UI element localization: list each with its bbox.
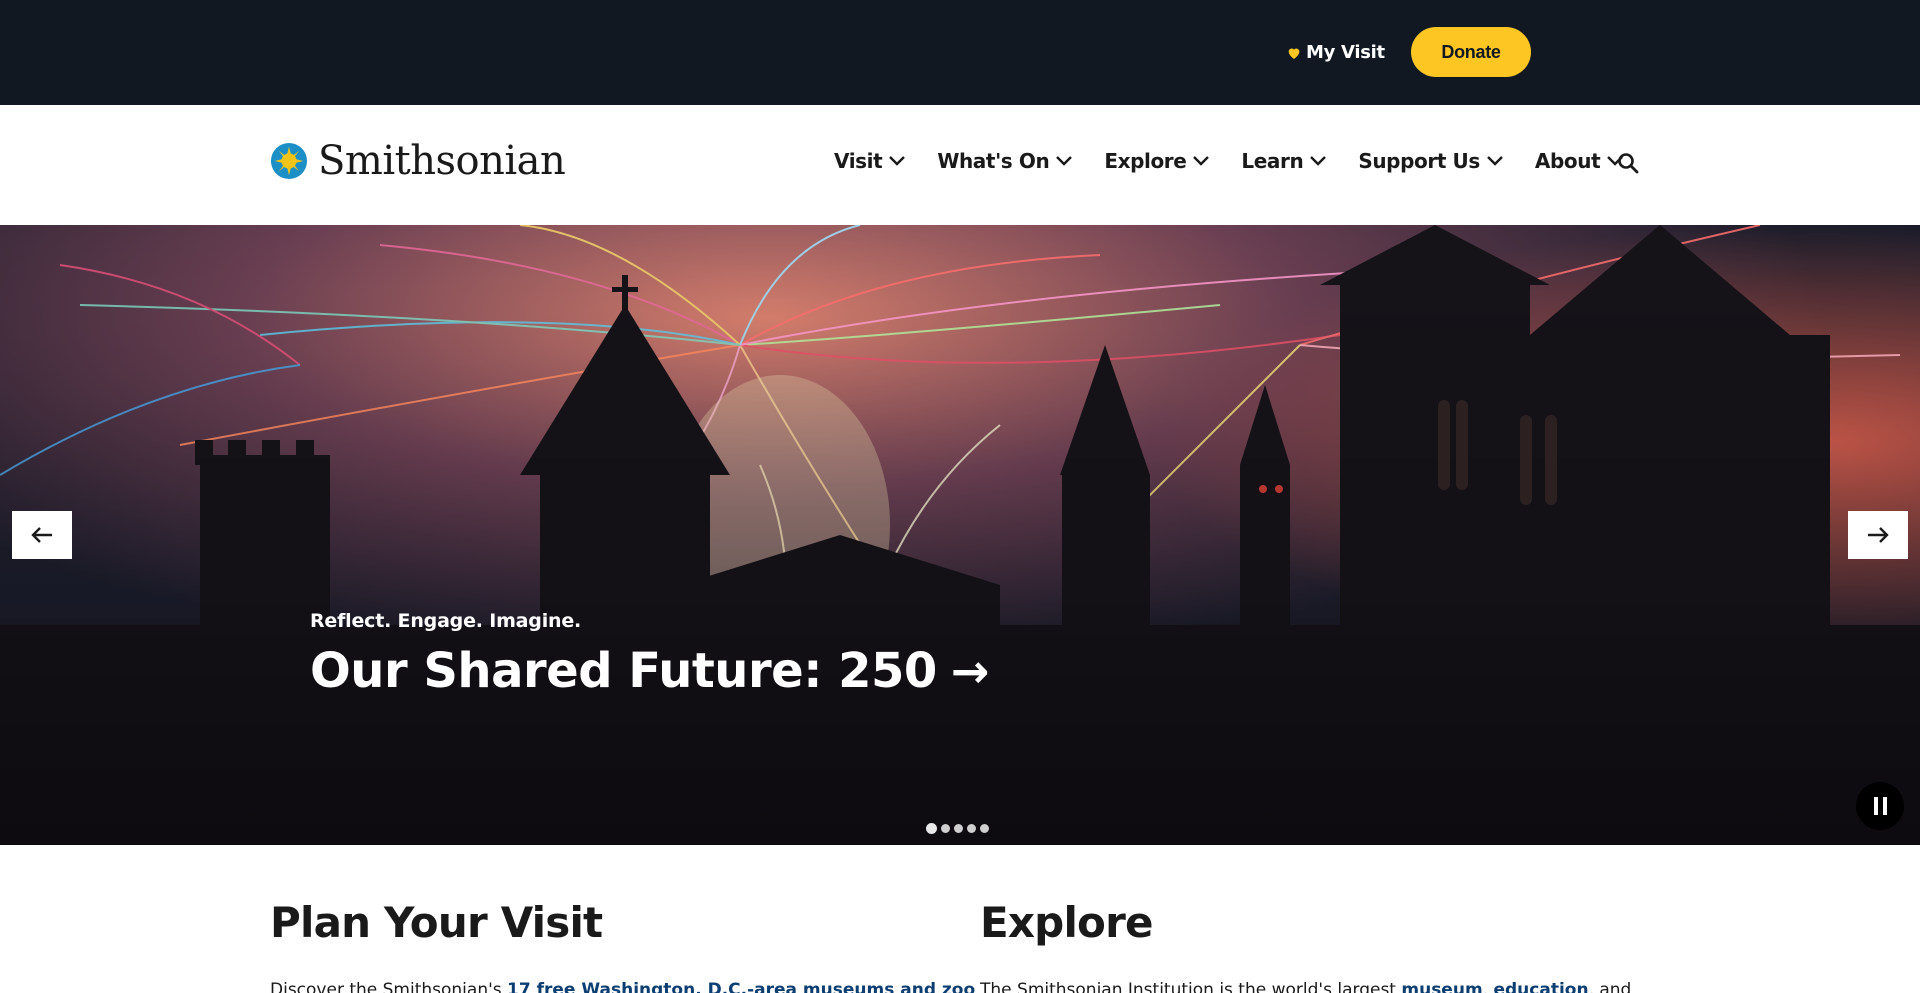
section-title: Explore <box>980 898 1154 947</box>
arrow-right-icon <box>1868 527 1889 543</box>
chevron-down-icon <box>1193 156 1210 166</box>
pause-icon-bar <box>1882 797 1887 815</box>
utility-bar: My Visit Donate <box>0 0 1920 105</box>
carousel-dot[interactable] <box>967 824 976 833</box>
hero-tagline: Reflect. Engage. Imagine. <box>310 610 582 632</box>
plan-your-visit-section: Plan Your Visit Discover the Smithsonian… <box>270 898 975 993</box>
my-visit-link[interactable]: My Visit <box>1286 42 1385 63</box>
sun-logo-icon <box>270 142 308 180</box>
main-header: Smithsonian Visit What's On Explore Lear… <box>0 105 1920 225</box>
nav-item-learn[interactable]: Learn <box>1241 149 1327 173</box>
logo-wordmark: Smithsonian <box>318 138 566 184</box>
carousel-dot[interactable] <box>926 823 937 834</box>
arrow-right-icon: → <box>950 644 990 698</box>
arrow-left-icon <box>31 527 52 543</box>
nav-label: About <box>1534 149 1601 173</box>
carousel-next-button[interactable] <box>1848 511 1908 559</box>
intro-text-suffix: , and <box>1588 980 1632 993</box>
hero-title-text: Our Shared Future: 250 <box>310 643 937 699</box>
nav-label: What's On <box>937 149 1050 173</box>
chevron-down-icon <box>1056 156 1073 166</box>
heart-icon <box>1288 48 1300 59</box>
education-link[interactable]: education <box>1493 980 1588 993</box>
main-nav: Visit What's On Explore Learn Support Us… <box>834 149 1655 173</box>
nav-item-whats-on[interactable]: What's On <box>937 149 1073 173</box>
hero-image <box>0 225 1920 845</box>
pause-icon-bar <box>1873 797 1878 815</box>
museum-link[interactable]: museum <box>1401 980 1482 993</box>
carousel-dots <box>926 823 989 834</box>
nav-label: Explore <box>1104 149 1187 173</box>
carousel-dot[interactable] <box>980 824 989 833</box>
intro-text: Discover the Smithsonian's <box>270 980 508 993</box>
museums-link[interactable]: 17 free Washington, D.C.-area museums an… <box>507 980 975 993</box>
search-icon[interactable] <box>1617 152 1639 174</box>
my-visit-label: My Visit <box>1306 42 1385 63</box>
hero-carousel: Reflect. Engage. Imagine. Our Shared Fut… <box>0 225 1920 845</box>
chevron-down-icon <box>1310 156 1327 166</box>
carousel-dot[interactable] <box>954 824 963 833</box>
chevron-down-icon <box>1487 156 1503 166</box>
carousel-pause-button[interactable] <box>1856 782 1904 830</box>
nav-label: Learn <box>1241 149 1304 173</box>
intro-text: The Smithsonian Institution is the world… <box>980 980 1402 993</box>
section-title: Plan Your Visit <box>270 898 603 947</box>
chevron-down-icon <box>889 156 906 166</box>
nav-label: Visit <box>834 149 883 173</box>
section-intro: Discover the Smithsonian's 17 free Washi… <box>270 978 975 993</box>
nav-item-support-us[interactable]: Support Us <box>1358 149 1504 173</box>
nav-item-explore[interactable]: Explore <box>1104 149 1210 173</box>
nav-item-about[interactable]: About <box>1535 149 1624 173</box>
separator-text: , <box>1482 980 1494 993</box>
section-intro: The Smithsonian Institution is the world… <box>980 978 1631 993</box>
donate-button[interactable]: Donate <box>1411 27 1531 77</box>
nav-item-visit[interactable]: Visit <box>834 149 906 173</box>
nav-label: Support Us <box>1358 149 1480 173</box>
carousel-dot[interactable] <box>941 824 950 833</box>
carousel-prev-button[interactable] <box>12 511 72 559</box>
smithsonian-logo[interactable]: Smithsonian <box>270 138 566 184</box>
explore-section: Explore The Smithsonian Institution is t… <box>980 898 1631 993</box>
hero-title-link[interactable]: Our Shared Future: 250 → <box>310 643 989 699</box>
